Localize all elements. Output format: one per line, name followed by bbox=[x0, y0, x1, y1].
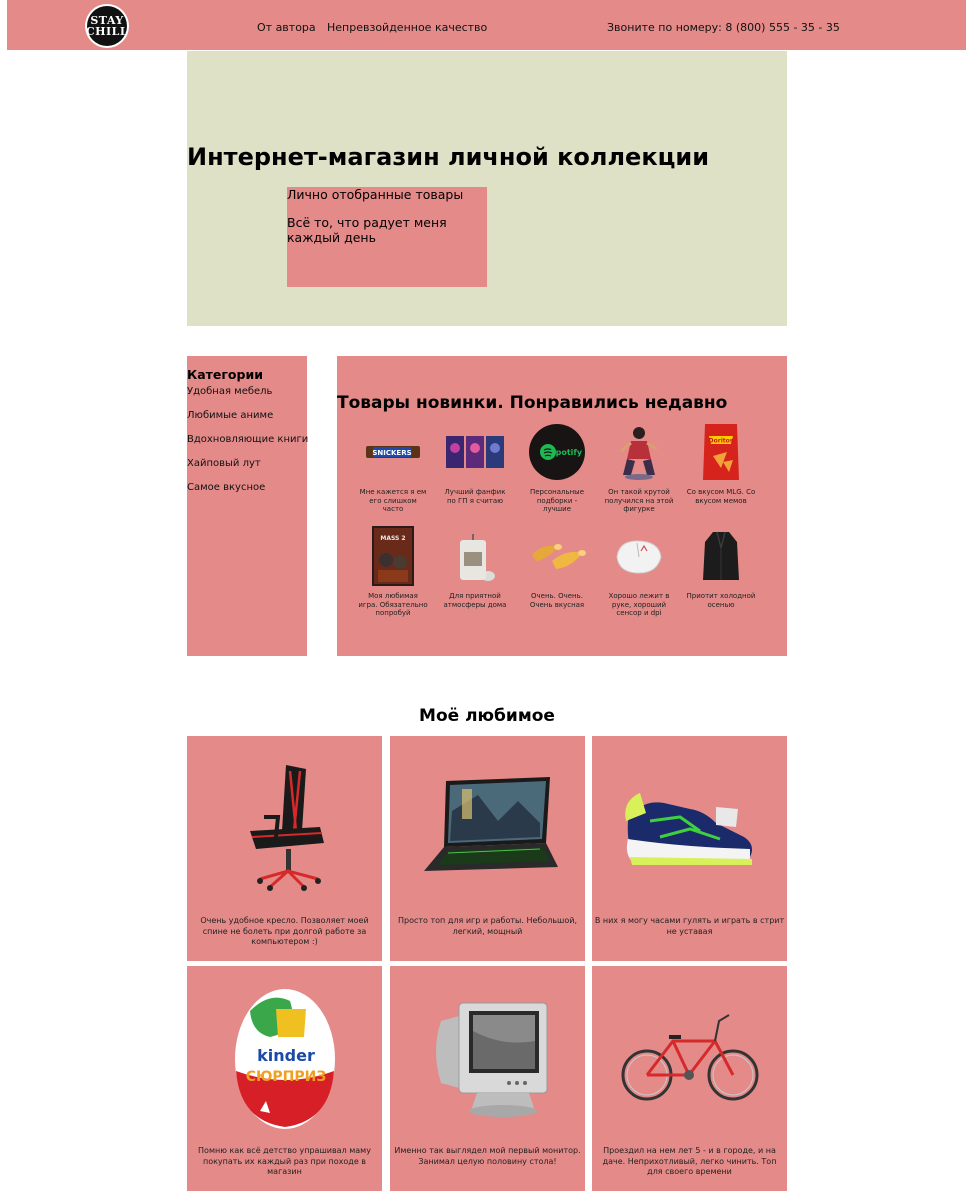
category-item[interactable]: Удобная мебель bbox=[187, 386, 307, 397]
product-caption: Лучший фанфик по ГП я считаю bbox=[444, 488, 506, 505]
favorite-card[interactable]: Просто топ для игр и работы. Небольшой, … bbox=[390, 736, 585, 961]
category-link-anime[interactable]: Любимые аниме bbox=[187, 410, 273, 421]
new-products-panel: Товары новинки. Понравились недавно SNIC… bbox=[337, 356, 787, 656]
product-caption: Для приятной атмосферы дома bbox=[443, 592, 507, 609]
gaming-chair-icon bbox=[249, 765, 324, 891]
svg-text:MASS 2: MASS 2 bbox=[380, 535, 405, 542]
svg-text:Spotify: Spotify bbox=[550, 448, 583, 457]
product-card[interactable]: Хорошо лежит в руке, хороший сенсор и dp… bbox=[598, 526, 680, 618]
coat-icon bbox=[703, 531, 739, 580]
product-card[interactable]: Приотит холодной осенью bbox=[680, 526, 762, 609]
product-caption: Он такой крутой получился на этой фигурк… bbox=[604, 488, 674, 513]
mouse-icon bbox=[616, 540, 662, 574]
category-item[interactable]: Вдохновляющие книги bbox=[187, 434, 308, 445]
hero-section: Интернет-магазин личной коллекции Лично … bbox=[187, 51, 787, 326]
category-item[interactable]: Любимые аниме bbox=[187, 410, 307, 421]
snickers-icon: SNICKERS bbox=[366, 446, 420, 458]
favorite-caption: Помню как всё детство упрашивал маму пок… bbox=[198, 1146, 371, 1176]
nav-link-quality[interactable]: Непревзойденное качество bbox=[327, 21, 487, 34]
favorites-title: Моё любимое bbox=[419, 706, 555, 726]
product-caption: Персональные подборки - лучшие bbox=[529, 488, 585, 513]
categories-list: Удобная мебель Любимые аниме Вдохновляющ… bbox=[187, 386, 308, 493]
category-item[interactable]: Хайповый лут bbox=[187, 458, 307, 469]
logo-mark: STAY CHILL bbox=[86, 6, 128, 46]
favorite-card[interactable]: Проездил на нем лет 5 - и в городе, и на… bbox=[592, 966, 787, 1191]
product-caption: Приотит холодной осенью bbox=[686, 592, 756, 609]
svg-text:Doritos: Doritos bbox=[709, 438, 734, 445]
product-card[interactable]: Doritos Со вкусом MLG. Со вкусом мемов bbox=[680, 422, 762, 505]
favorite-card[interactable]: Очень удобное кресло. Позволяет моей спи… bbox=[187, 736, 382, 961]
category-link-loot[interactable]: Хайповый лут bbox=[187, 458, 261, 469]
product-card[interactable]: Очень. Очень. Очень вкусная bbox=[516, 526, 598, 609]
product-caption: Со вкусом MLG. Со вкусом мемов bbox=[686, 488, 756, 505]
kinder-egg-icon: kinder СЮРПРИЗ bbox=[234, 989, 335, 1129]
product-card[interactable]: Он такой крутой получился на этой фигурк… bbox=[598, 422, 680, 514]
favorite-caption: Очень удобное кресло. Позволяет моей спи… bbox=[200, 916, 369, 946]
new-products-title: Товары новинки. Понравились недавно bbox=[337, 393, 728, 413]
burrito-icon bbox=[532, 544, 586, 569]
candle-icon bbox=[460, 534, 495, 581]
category-item[interactable]: Самое вкусное bbox=[187, 482, 307, 493]
favorite-caption: Проездил на нем лет 5 - и в городе, и на… bbox=[602, 1146, 777, 1176]
hero-line-2: Всё то, что радует меня каждый день bbox=[287, 215, 447, 245]
categories-title: Категории bbox=[187, 367, 263, 382]
phone-number: Звоните по номеру: 8 (800) 555 - 35 - 35 bbox=[607, 21, 840, 34]
doritos-icon: Doritos bbox=[703, 424, 739, 480]
categories-panel: Категории Удобная мебель Любимые аниме В… bbox=[187, 356, 308, 656]
hero-title: Интернет-магазин личной коллекции bbox=[187, 143, 710, 171]
product-card[interactable]: Spotify Персональные подборки - лучшие bbox=[516, 422, 598, 514]
product-caption: Хорошо лежит в руке, хороший сенсор и dp… bbox=[608, 592, 670, 617]
fanfic-books-icon bbox=[446, 436, 504, 468]
nav-item-quality[interactable]: Непревзойденное качество bbox=[327, 21, 487, 34]
product-caption: Мне кажется я ем его слишком часто bbox=[359, 488, 427, 513]
product-card[interactable]: Для приятной атмосферы дома bbox=[434, 526, 516, 609]
product-card[interactable]: MASS 2 Моя любимая игра. Обязательно поп… bbox=[352, 526, 434, 618]
crt-monitor-icon bbox=[435, 1002, 547, 1117]
sneaker-icon bbox=[624, 793, 752, 865]
logo[interactable]: STAY CHILL bbox=[85, 4, 129, 48]
favorite-card[interactable]: kinder СЮРПРИЗ Помню как всё детство упра… bbox=[187, 966, 382, 1191]
figurine-icon bbox=[620, 427, 658, 480]
svg-text:SNICKERS: SNICKERS bbox=[372, 449, 411, 457]
product-caption: Очень. Очень. Очень вкусная bbox=[529, 592, 585, 609]
svg-text:kinder: kinder bbox=[257, 1046, 315, 1065]
product-card[interactable]: SNICKERS Мне кажется я ем его слишком ча… bbox=[352, 422, 434, 514]
favorite-card[interactable]: Именно так выглядел мой первый монитор. … bbox=[390, 966, 585, 1191]
mass-effect-icon: MASS 2 bbox=[372, 526, 414, 586]
site-header: STAY CHILL От автора Непревзойденное каче… bbox=[7, 0, 966, 50]
category-link-books[interactable]: Вдохновляющие книги bbox=[187, 434, 308, 445]
hero-textbox: Лично отобранные товары Всё то, что раду… bbox=[287, 187, 487, 287]
laptop-icon bbox=[423, 777, 558, 871]
category-link-furniture[interactable]: Удобная мебель bbox=[187, 386, 272, 397]
product-card[interactable]: Лучший фанфик по ГП я считаю bbox=[434, 422, 516, 505]
nav-link-author[interactable]: От автора bbox=[257, 21, 316, 34]
bicycle-icon bbox=[621, 1014, 758, 1101]
favorite-caption: Просто топ для игр и работы. Небольшой, … bbox=[398, 916, 577, 936]
spotify-icon: Spotify bbox=[529, 424, 585, 480]
favorite-card[interactable]: В них я могу часами гулять и играть в ст… bbox=[592, 736, 787, 961]
svg-text:СЮРПРИЗ: СЮРПРИЗ bbox=[245, 1069, 326, 1085]
favorite-caption: Именно так выглядел мой первый монитор. … bbox=[394, 1146, 581, 1166]
hero-line-1: Лично отобранные товары bbox=[287, 187, 464, 202]
product-caption: Моя любимая игра. Обязательно попробуй bbox=[358, 592, 428, 617]
nav-item-author[interactable]: От автора bbox=[257, 21, 316, 34]
favorite-caption: В них я могу часами гулять и играть в ст… bbox=[594, 916, 785, 936]
category-link-food[interactable]: Самое вкусное bbox=[187, 482, 265, 493]
